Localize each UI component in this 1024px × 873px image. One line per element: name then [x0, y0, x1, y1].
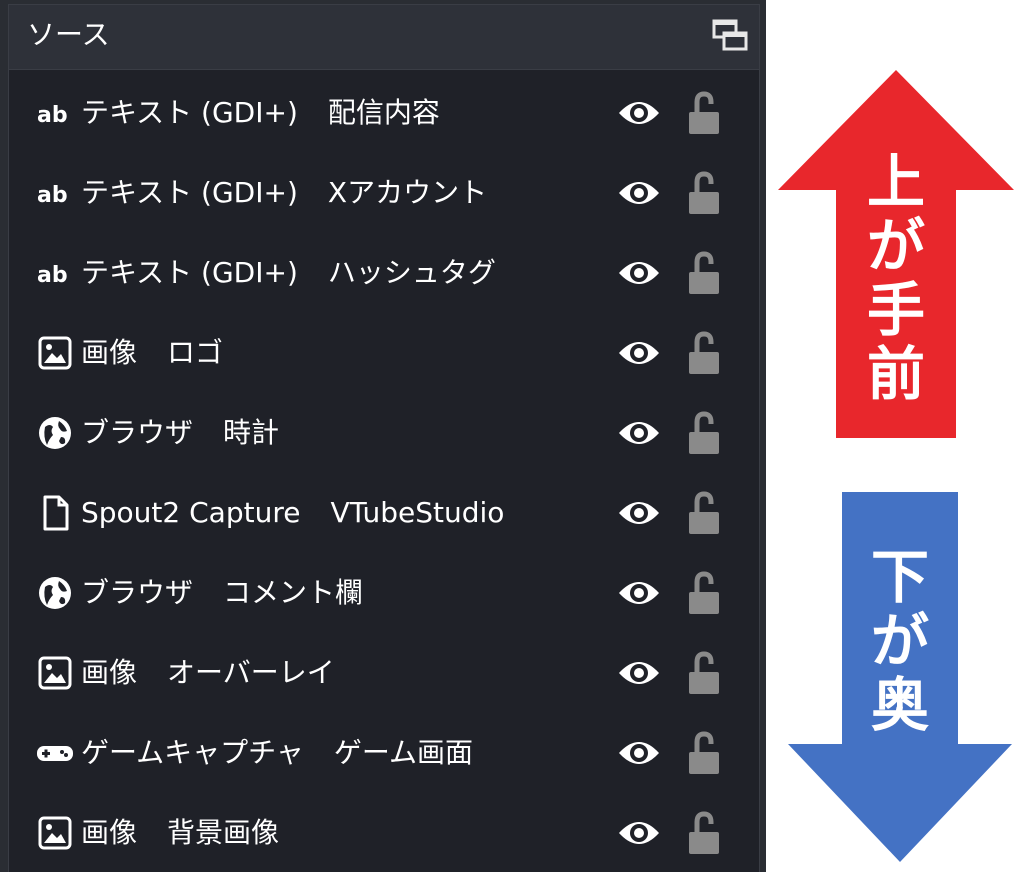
- visibility-eye-icon[interactable]: [617, 815, 661, 851]
- unlock-icon[interactable]: [686, 330, 722, 376]
- source-label: Spout2 Capture VTubeStudio: [81, 473, 504, 553]
- up-arrow-label: 上 が 手 前: [866, 148, 925, 408]
- source-name: コメント欄: [223, 576, 364, 609]
- visibility-eye-icon[interactable]: [617, 735, 661, 771]
- visibility-eye-icon[interactable]: [617, 95, 661, 131]
- unlock-icon[interactable]: [686, 410, 722, 456]
- unlock-icon[interactable]: [686, 170, 722, 216]
- text-ab-icon: ab: [35, 93, 75, 133]
- text-ab-icon: ab: [35, 253, 75, 293]
- gamepad-icon: [35, 733, 75, 773]
- source-name: 配信内容: [327, 96, 440, 129]
- source-type-label: Spout2 Capture: [81, 496, 301, 529]
- source-row[interactable]: 画像 オーバーレイ: [9, 633, 759, 713]
- source-type-label: ブラウザ: [81, 416, 194, 449]
- source-type-label: ブラウザ: [81, 576, 194, 609]
- unlock-icon[interactable]: [686, 490, 722, 536]
- visibility-eye-icon[interactable]: [617, 335, 661, 371]
- unlock-icon[interactable]: [686, 90, 722, 136]
- svg-text:ab: ab: [37, 263, 68, 288]
- sources-panel: ソース ab テキスト (GDI+) 配信内容 ab テキスト (GDI+) Xアカウント…: [8, 4, 760, 872]
- file-icon: [35, 493, 75, 533]
- source-label: 画像 背景画像: [81, 793, 279, 873]
- source-label: テキスト (GDI+) ハッシュタグ: [81, 233, 496, 313]
- source-type-label: テキスト (GDI+): [81, 256, 298, 289]
- down-arrow-label: 下 が 奥: [870, 543, 929, 739]
- unlock-icon[interactable]: [686, 250, 722, 296]
- source-name: ロゴ: [167, 336, 224, 369]
- source-type-label: テキスト (GDI+): [81, 96, 298, 129]
- source-label: ブラウザ 時計: [81, 393, 279, 473]
- visibility-eye-icon[interactable]: [617, 575, 661, 611]
- obs-sources-dock: ソース ab テキスト (GDI+) 配信内容 ab テキスト (GDI+) Xアカウント…: [0, 0, 766, 872]
- source-type-label: 画像: [81, 336, 138, 369]
- source-name: Xアカウント: [327, 176, 488, 209]
- svg-text:ab: ab: [37, 103, 68, 128]
- source-name: 時計: [223, 416, 280, 449]
- source-row[interactable]: 画像 ロゴ: [9, 313, 759, 393]
- source-row[interactable]: ab テキスト (GDI+) Xアカウント: [9, 153, 759, 233]
- source-row[interactable]: ab テキスト (GDI+) 配信内容: [9, 73, 759, 153]
- visibility-eye-icon[interactable]: [617, 255, 661, 291]
- panel-title: ソース: [27, 18, 110, 51]
- text-ab-icon: ab: [35, 173, 75, 213]
- source-type-label: テキスト (GDI+): [81, 176, 298, 209]
- source-label: 画像 ロゴ: [81, 313, 223, 393]
- unlock-icon[interactable]: [686, 810, 722, 856]
- source-name: ハッシュタグ: [327, 256, 496, 289]
- globe-icon: [35, 413, 75, 453]
- source-name: ゲーム画面: [333, 736, 474, 769]
- source-label: テキスト (GDI+) Xアカウント: [81, 153, 487, 233]
- source-row[interactable]: ゲームキャプチャ ゲーム画面: [9, 713, 759, 793]
- undock-icon[interactable]: [711, 17, 749, 55]
- source-type-label: 画像: [81, 656, 138, 689]
- source-name: オーバーレイ: [167, 656, 335, 689]
- source-row[interactable]: 画像 背景画像: [9, 793, 759, 873]
- source-label: ブラウザ コメント欄: [81, 553, 363, 633]
- source-name: 背景画像: [167, 816, 280, 849]
- image-icon: [35, 813, 75, 853]
- globe-icon: [35, 573, 75, 613]
- source-label: テキスト (GDI+) 配信内容: [81, 73, 440, 153]
- unlock-icon[interactable]: [686, 570, 722, 616]
- panel-header: ソース: [9, 5, 759, 70]
- svg-text:ab: ab: [37, 183, 68, 208]
- source-name: VTubeStudio: [330, 496, 505, 529]
- unlock-icon[interactable]: [686, 650, 722, 696]
- image-icon: [35, 333, 75, 373]
- source-row[interactable]: ブラウザ 時計: [9, 393, 759, 473]
- image-icon: [35, 653, 75, 693]
- source-row[interactable]: ab テキスト (GDI+) ハッシュタグ: [9, 233, 759, 313]
- unlock-icon[interactable]: [686, 730, 722, 776]
- visibility-eye-icon[interactable]: [617, 415, 661, 451]
- source-type-label: 画像: [81, 816, 138, 849]
- source-row[interactable]: Spout2 Capture VTubeStudio: [9, 473, 759, 553]
- visibility-eye-icon[interactable]: [617, 495, 661, 531]
- visibility-eye-icon[interactable]: [617, 175, 661, 211]
- source-label: 画像 オーバーレイ: [81, 633, 335, 713]
- source-row[interactable]: ブラウザ コメント欄: [9, 553, 759, 633]
- source-type-label: ゲームキャプチャ: [81, 736, 304, 769]
- source-label: ゲームキャプチャ ゲーム画面: [81, 713, 473, 793]
- visibility-eye-icon[interactable]: [617, 655, 661, 691]
